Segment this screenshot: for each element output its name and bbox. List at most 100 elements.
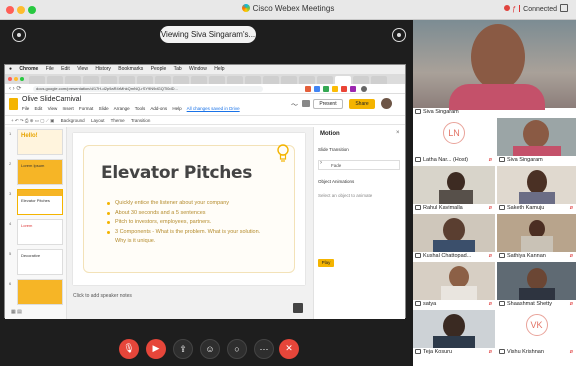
person-shirt	[519, 288, 555, 300]
slide-thumb-text: Decorative	[21, 253, 41, 258]
person	[443, 218, 465, 242]
camera-icon	[415, 349, 421, 354]
leave-button[interactable]: ✕	[279, 339, 299, 359]
signal-icon: ƒ	[512, 6, 517, 13]
document-title: Olive SlideCarnival	[22, 96, 82, 103]
browser-tab	[317, 76, 333, 84]
browser-tab	[137, 76, 153, 84]
google-slides-logo	[9, 98, 18, 110]
browser-tab	[29, 76, 45, 84]
participant-tile[interactable]: Teja Kosuru ø	[413, 310, 495, 356]
slide-canvas-area: Elevator Pitches Quickly entice the list…	[67, 127, 313, 319]
close-icon: ×	[396, 130, 400, 136]
slides-menu-arrange: Arrange	[113, 106, 130, 111]
toolbar-theme: Theme	[110, 118, 125, 123]
participant-name: Siva Singaram	[415, 109, 459, 115]
person	[449, 266, 469, 288]
menu-help: Help	[214, 66, 225, 72]
slide-bullet: Quickly entice the listener about your c…	[107, 199, 267, 209]
profile-icon	[361, 86, 367, 92]
participant-video	[497, 118, 576, 156]
browser-tab	[281, 76, 297, 84]
slides-menu-slide: Slide	[98, 106, 109, 111]
more-button[interactable]: ⋯	[254, 339, 274, 359]
menu-window: Window	[189, 66, 207, 72]
current-slide: Elevator Pitches Quickly entice the list…	[73, 133, 305, 285]
layout-icon[interactable]	[560, 4, 568, 12]
toolbar-layout: Layout	[90, 118, 105, 123]
participant-tile[interactable]: Rahul Kavimalla ø	[413, 166, 495, 212]
slide-transition-label: Slide Transition	[318, 147, 349, 152]
camera-icon	[415, 301, 421, 306]
participant-tile[interactable]: Siva Singaram	[497, 118, 576, 164]
mute-button[interactable]: 🎙	[119, 339, 139, 359]
slide-number: 2	[9, 161, 12, 166]
motion-panel: Motion × Slide Transition Fade › Object …	[313, 127, 405, 319]
slides-menu-file: File	[22, 106, 30, 111]
participant-tile[interactable]: LN Latha Nar... (Host) ø	[413, 118, 495, 164]
muted-icon: ø	[569, 349, 573, 355]
participant-tile[interactable]: Saketh Kamuju ø	[497, 166, 576, 212]
slide-thumb: Lorem Ipsum	[17, 159, 63, 185]
view-options-icon[interactable]	[392, 28, 406, 42]
participant-tile[interactable]: Kushal Chattopad... ø	[413, 214, 495, 260]
viewing-share-pill[interactable]: Viewing Siva Singaram's...	[160, 26, 256, 43]
menu-view: View	[77, 66, 88, 72]
menu-bookmarks: Bookmarks	[118, 66, 144, 72]
title-bar: Cisco Webex Meetings ƒ Connected	[0, 0, 576, 20]
participant-tile[interactable]: satya ø	[413, 262, 495, 308]
video-off-icon: ▶	[152, 343, 160, 353]
slides-menu-insert: Insert	[62, 106, 74, 111]
slide-thumb: Hello!	[17, 129, 63, 155]
participant-tile[interactable]: Sathiya Kannan ø	[497, 214, 576, 260]
comment-icon	[302, 100, 310, 107]
chat-icon: ○	[234, 344, 240, 354]
slide-title: Elevator Pitches	[101, 163, 253, 183]
slide-bullet: 3 Components - What is the problem. What…	[107, 228, 267, 247]
participants-button[interactable]: ☺	[200, 339, 220, 359]
slide-thumb-accent	[18, 190, 62, 196]
chat-button[interactable]: ○	[227, 339, 247, 359]
slide-bullet-list: Quickly entice the listener about your c…	[107, 199, 267, 247]
browser-tab	[371, 76, 387, 84]
present-button: Present	[313, 99, 343, 109]
participants-icon: ☺	[205, 344, 215, 354]
participant-name: Latha Nar... (Host)	[415, 157, 468, 163]
participant-tile[interactable]: VK Vishu Krishnan ø	[497, 310, 576, 356]
browser-tab	[245, 76, 261, 84]
phone-icon	[415, 157, 421, 162]
person-shirt	[519, 192, 555, 204]
participant-tile-active-speaker[interactable]: Siva Singaram	[413, 20, 576, 116]
share-button[interactable]: ⇪	[173, 339, 193, 359]
motion-panel-title: Motion	[320, 131, 340, 137]
person-shirt	[439, 190, 473, 204]
browser-tab	[47, 76, 63, 84]
extension-icon	[341, 86, 347, 92]
camera-icon	[499, 157, 505, 162]
recording-icon	[504, 5, 511, 11]
slide-number: 6	[9, 281, 12, 286]
apple-icon: ●	[9, 66, 13, 72]
participant-video	[413, 166, 495, 204]
person	[527, 268, 547, 290]
camera-icon	[415, 253, 421, 258]
slide-thumb: Lorem	[17, 219, 63, 245]
participant-name: Vishu Krishnan	[499, 349, 544, 355]
browser-tab	[353, 76, 369, 84]
slides-menu-format: Format	[79, 106, 94, 111]
browser-tab-strip	[5, 74, 405, 84]
slide-number: 3	[9, 191, 12, 196]
participant-name-text: Teja Kosuru	[423, 349, 453, 355]
slide-number: 1	[9, 131, 12, 136]
menu-tab: Tab	[173, 66, 182, 72]
muted-icon: ø	[569, 253, 573, 259]
participant-tile[interactable]: Shaashmat Shetty ø	[497, 262, 576, 308]
participant-initials: VK	[525, 314, 548, 336]
browser-tab	[119, 76, 135, 84]
speaker-notes: Click to add speaker notes	[73, 293, 132, 299]
shared-content-area: Viewing Siva Singaram's... ● Chrome File…	[0, 20, 410, 366]
share-doc-button: Share	[349, 99, 375, 109]
info-icon[interactable]	[12, 28, 26, 42]
browser-tab-active	[335, 76, 351, 84]
stop-video-button[interactable]: ▶	[146, 339, 166, 359]
